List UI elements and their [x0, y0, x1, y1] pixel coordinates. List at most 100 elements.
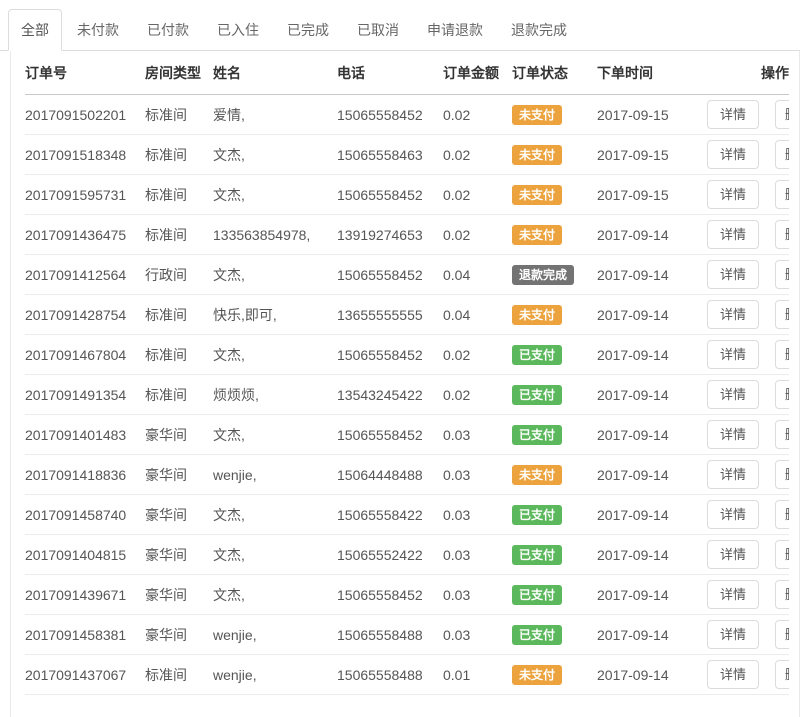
order-time: 2017-09-15 [597, 147, 707, 163]
row-actions: 详情 删 [707, 660, 789, 689]
details-button[interactable]: 详情 [707, 620, 759, 649]
delete-button[interactable]: 删 [775, 540, 789, 569]
order-time: 2017-09-14 [597, 227, 707, 243]
order-time: 2017-09-15 [597, 187, 707, 203]
guest-name: 烦烦烦, [213, 385, 337, 405]
order-status-cell: 已支付 [512, 425, 597, 445]
order-status-cell: 已支付 [512, 585, 597, 605]
details-button[interactable]: 详情 [707, 580, 759, 609]
row-actions: 详情 删 [707, 220, 789, 249]
details-button[interactable]: 详情 [707, 220, 759, 249]
order-number: 2017091491354 [25, 387, 145, 403]
tab-refund-completed[interactable]: 退款完成 [498, 9, 580, 51]
order-time: 2017-09-14 [597, 667, 707, 683]
status-badge: 已支付 [512, 385, 562, 405]
tab-bar: 全部未付款已付款已入住已完成已取消申请退款退款完成 [0, 10, 800, 51]
room-type: 标准间 [145, 385, 213, 405]
guest-name: 爱情, [213, 105, 337, 125]
tab-completed[interactable]: 已完成 [274, 9, 342, 51]
row-actions: 详情 删 [707, 500, 789, 529]
delete-button[interactable]: 删 [775, 420, 789, 449]
order-status-cell: 退款完成 [512, 265, 597, 285]
delete-button[interactable]: 删 [775, 660, 789, 689]
order-number: 2017091458740 [25, 507, 145, 523]
details-button[interactable]: 详情 [707, 540, 759, 569]
table-row: 2017091418836 豪华间 wenjie, 15064448488 0.… [25, 455, 789, 495]
delete-button[interactable]: 删 [775, 500, 789, 529]
details-button[interactable]: 详情 [707, 300, 759, 329]
details-button[interactable]: 详情 [707, 660, 759, 689]
row-actions: 详情 删 [707, 620, 789, 649]
guest-name: 文杰, [213, 145, 337, 165]
phone-number: 15065552422 [337, 547, 443, 563]
order-status-cell: 未支付 [512, 105, 597, 125]
phone-number: 15065558463 [337, 147, 443, 163]
column-header-actions: 操作 [707, 63, 789, 83]
status-badge: 未支付 [512, 305, 562, 325]
delete-button[interactable]: 删 [775, 220, 789, 249]
order-number: 2017091428754 [25, 307, 145, 323]
status-badge: 退款完成 [512, 265, 574, 285]
delete-button[interactable]: 删 [775, 580, 789, 609]
delete-button[interactable]: 删 [775, 460, 789, 489]
order-amount: 0.01 [443, 667, 512, 683]
details-button[interactable]: 详情 [707, 500, 759, 529]
delete-button[interactable]: 删 [775, 140, 789, 169]
phone-number: 15065558452 [337, 427, 443, 443]
guest-name: wenjie, [213, 627, 337, 643]
tab-paid[interactable]: 已付款 [134, 9, 202, 51]
table-row: 2017091412564 行政间 文杰, 15065558452 0.04 退… [25, 255, 789, 295]
order-number: 2017091436475 [25, 227, 145, 243]
delete-button[interactable]: 删 [775, 260, 789, 289]
tab-checked-in[interactable]: 已入住 [204, 9, 272, 51]
status-badge: 未支付 [512, 145, 562, 165]
details-button[interactable]: 详情 [707, 180, 759, 209]
phone-number: 15065558488 [337, 667, 443, 683]
room-type: 标准间 [145, 145, 213, 165]
order-amount: 0.03 [443, 547, 512, 563]
order-time: 2017-09-14 [597, 267, 707, 283]
room-type: 豪华间 [145, 585, 213, 605]
column-header-order-time: 下单时间 [597, 63, 707, 83]
room-type: 豪华间 [145, 545, 213, 565]
order-number: 2017091437067 [25, 667, 145, 683]
details-button[interactable]: 详情 [707, 100, 759, 129]
delete-button[interactable]: 删 [775, 180, 789, 209]
column-header-room-type: 房间类型 [145, 63, 213, 83]
tab-cancelled[interactable]: 已取消 [344, 9, 412, 51]
details-button[interactable]: 详情 [707, 380, 759, 409]
delete-button[interactable]: 删 [775, 380, 789, 409]
status-badge: 已支付 [512, 425, 562, 445]
row-actions: 详情 删 [707, 300, 789, 329]
order-time: 2017-09-14 [597, 427, 707, 443]
order-amount: 0.02 [443, 147, 512, 163]
details-button[interactable]: 详情 [707, 260, 759, 289]
table-row: 2017091467804 标准间 文杰, 15065558452 0.02 已… [25, 335, 789, 375]
delete-button[interactable]: 删 [775, 340, 789, 369]
status-badge: 已支付 [512, 545, 562, 565]
status-badge: 未支付 [512, 225, 562, 245]
details-button[interactable]: 详情 [707, 460, 759, 489]
order-amount: 0.03 [443, 427, 512, 443]
order-amount: 0.02 [443, 227, 512, 243]
status-badge: 未支付 [512, 665, 562, 685]
details-button[interactable]: 详情 [707, 420, 759, 449]
order-status-cell: 已支付 [512, 345, 597, 365]
delete-button[interactable]: 删 [775, 620, 789, 649]
phone-number: 15065558452 [337, 587, 443, 603]
guest-name: 文杰, [213, 265, 337, 285]
details-button[interactable]: 详情 [707, 340, 759, 369]
details-button[interactable]: 详情 [707, 140, 759, 169]
tab-refund-requested[interactable]: 申请退款 [414, 9, 496, 51]
orders-panel: 订单号 房间类型 姓名 电话 订单金额 订单状态 下单时间 操作 2017091… [10, 51, 800, 717]
delete-button[interactable]: 删 [775, 100, 789, 129]
row-actions: 详情 删 [707, 340, 789, 369]
table-header-row: 订单号 房间类型 姓名 电话 订单金额 订单状态 下单时间 操作 [25, 51, 789, 95]
phone-number: 15065558452 [337, 347, 443, 363]
status-badge: 未支付 [512, 465, 562, 485]
delete-button[interactable]: 删 [775, 300, 789, 329]
room-type: 标准间 [145, 105, 213, 125]
tab-all[interactable]: 全部 [8, 9, 62, 51]
guest-name: wenjie, [213, 667, 337, 683]
tab-unpaid[interactable]: 未付款 [64, 9, 132, 51]
